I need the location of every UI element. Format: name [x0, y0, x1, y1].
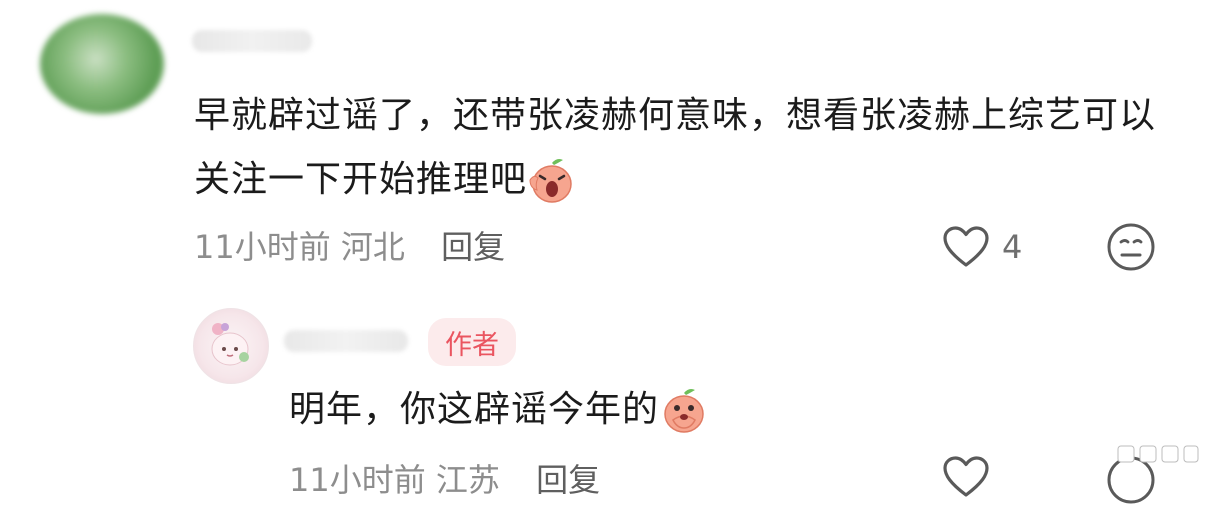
meh-face-icon[interactable]	[1106, 222, 1156, 272]
like-button[interactable]: 4	[942, 222, 1022, 272]
reply-text: 明年，你这辟谣今年的	[289, 380, 709, 440]
reply-time: 11小时前	[289, 461, 426, 499]
reply-location: 江苏	[435, 461, 500, 499]
comment-body: 早就辟过谣了，还带张凌赫何意味，想看张凌赫上综艺可以关注一下开始推理吧	[194, 95, 1157, 200]
reply-meta: 11小时前 江苏 回复	[289, 455, 600, 501]
peach-cover-mouth-emoji-icon	[664, 389, 704, 433]
comment-meta: 11小时前 河北 回复	[194, 222, 505, 268]
comment-text: 早就辟过谣了，还带张凌赫何意味，想看张凌赫上综艺可以关注一下开始推理吧	[194, 84, 1174, 212]
commenter-avatar[interactable]	[40, 14, 164, 114]
peach-scream-emoji-icon	[529, 159, 572, 203]
watermark-logo	[1117, 445, 1199, 463]
author-avatar-illustration	[211, 323, 249, 366]
comment-location: 河北	[340, 228, 405, 266]
commenter-name-redacted[interactable]	[192, 30, 312, 52]
comment-time: 11小时前	[194, 228, 331, 266]
author-avatar[interactable]	[193, 308, 269, 384]
reply-button[interactable]: 回复	[441, 228, 505, 266]
like-count: 4	[1002, 228, 1023, 266]
heart-icon	[943, 226, 989, 267]
author-name-redacted[interactable]	[284, 330, 408, 352]
reply-reply-button[interactable]: 回复	[536, 461, 600, 499]
author-badge: 作者	[428, 318, 516, 366]
reply-heart-icon[interactable]	[942, 455, 990, 499]
reply-body: 明年，你这辟谣今年的	[289, 389, 660, 430]
